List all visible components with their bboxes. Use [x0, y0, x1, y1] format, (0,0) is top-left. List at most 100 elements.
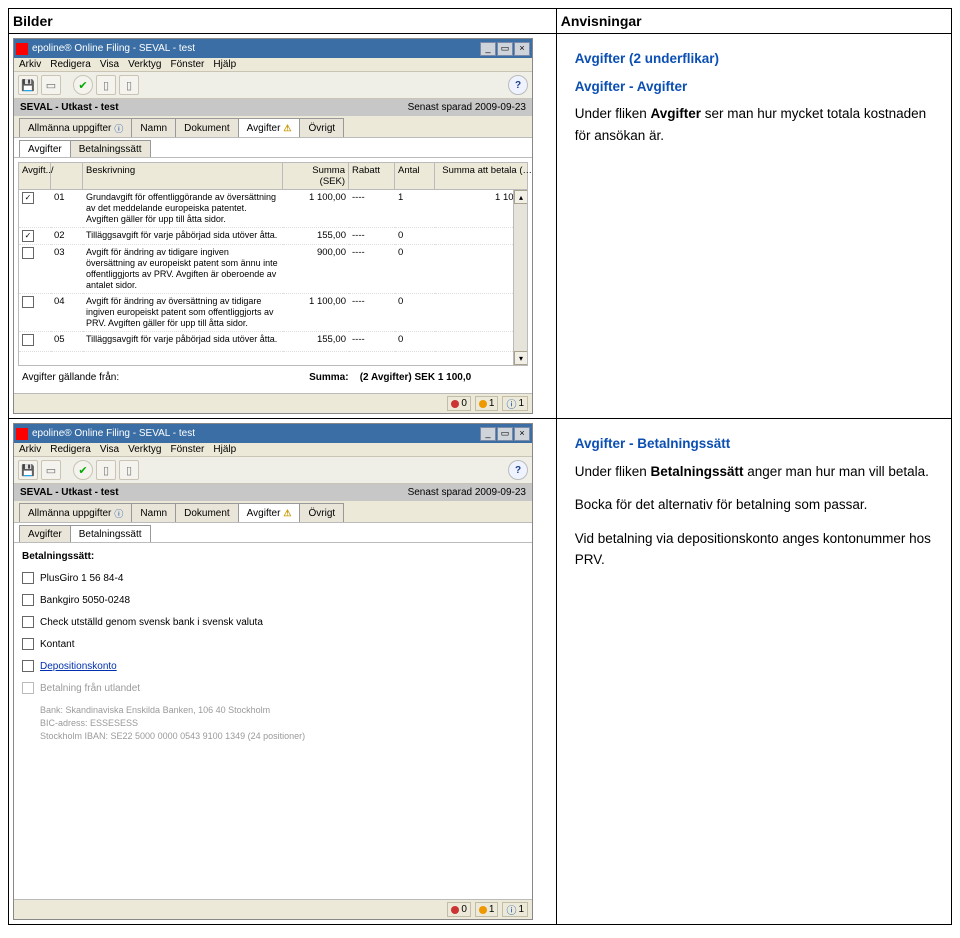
payment-form: Betalningssätt: PlusGiro 1 56 84-4 Bankg…: [14, 542, 532, 899]
table-row[interactable]: 01Grundavgift för offentliggörande av öv…: [19, 190, 527, 228]
opt-depositionskonto[interactable]: Depositionskonto: [22, 660, 524, 672]
menu-hjalp[interactable]: Hjälp: [213, 59, 236, 70]
tab-dokument[interactable]: Dokument: [175, 503, 239, 522]
status-warning[interactable]: 1: [475, 396, 499, 411]
scroll-up-icon[interactable]: ▴: [514, 190, 528, 204]
menu-fonster[interactable]: Fönster: [170, 444, 204, 455]
opt-kontant[interactable]: Kontant: [22, 638, 524, 650]
minimize-button[interactable]: _: [480, 42, 496, 56]
table-row[interactable]: 04Avgift för ändring av översättning av …: [19, 294, 527, 332]
toolbar: 💾 ▭ ✔ ▯ ▯ ?: [14, 72, 532, 99]
checkbox-icon[interactable]: [22, 572, 34, 584]
save-icon[interactable]: 💾: [18, 460, 38, 480]
titlebar[interactable]: epoline® Online Filing - SEVAL - test _ …: [14, 424, 532, 443]
subtab-betalningssatt[interactable]: Betalningssätt: [70, 525, 151, 542]
help-icon[interactable]: ?: [508, 460, 528, 480]
menu-verktyg[interactable]: Verktyg: [128, 444, 161, 455]
cell-description: Tilläggsavgift för varje påbörjad sida u…: [83, 228, 283, 245]
info-badge-icon: ⓘ: [114, 507, 123, 520]
warning-badge-icon: ⚠: [283, 123, 291, 134]
checkbox-icon[interactable]: [22, 594, 34, 606]
opt-bankgiro[interactable]: Bankgiro 5050-0248: [22, 594, 524, 606]
export-icon[interactable]: ▯: [119, 75, 139, 95]
row-checkbox[interactable]: [22, 247, 34, 259]
document-icon[interactable]: ▯: [96, 460, 116, 480]
save-icon[interactable]: 💾: [18, 75, 38, 95]
summary-row: Avgifter gällande från: Summa: (2 Avgift…: [18, 366, 528, 389]
scroll-down-icon[interactable]: ▾: [514, 351, 528, 365]
instr-p3: Vid betalning via depositionskonto anges…: [575, 528, 933, 571]
menu-visa[interactable]: Visa: [100, 59, 119, 70]
menu-redigera[interactable]: Redigera: [50, 444, 91, 455]
tab-ovrigt[interactable]: Övrigt: [299, 118, 344, 137]
row-checkbox[interactable]: [22, 296, 34, 308]
checkbox-icon[interactable]: [22, 638, 34, 650]
tab-avgifter[interactable]: Avgifter ⚠: [238, 118, 301, 137]
tab-allmanna[interactable]: Allmänna uppgifter ⓘ: [19, 118, 132, 137]
cell-rabatt: ----: [349, 245, 395, 294]
cell-description: Avgift för ändring av översättning av ti…: [83, 294, 283, 332]
menu-redigera[interactable]: Redigera: [50, 59, 91, 70]
tab-namn[interactable]: Namn: [131, 118, 176, 137]
status-error[interactable]: 0: [447, 396, 471, 411]
menu-verktyg[interactable]: Verktyg: [128, 59, 161, 70]
status-info[interactable]: ⓘ1: [502, 902, 528, 917]
tab-allmanna[interactable]: Allmänna uppgifter ⓘ: [19, 503, 132, 522]
status-bar: 0 1 ⓘ1: [14, 899, 532, 919]
opt-plusgiro[interactable]: PlusGiro 1 56 84-4: [22, 572, 524, 584]
tab-ovrigt[interactable]: Övrigt: [299, 503, 344, 522]
close-button[interactable]: ×: [514, 427, 530, 441]
error-dot-icon: [451, 400, 459, 408]
table-row[interactable]: 05Tilläggsavgift för varje påbörjad sida…: [19, 332, 527, 352]
cell-code: 05: [51, 332, 83, 352]
table-row[interactable]: 03Avgift för ändring av tidigare ingiven…: [19, 245, 527, 294]
opt-utlandet: Betalning från utlandet: [22, 682, 524, 694]
help-icon[interactable]: ?: [508, 75, 528, 95]
checkbox-icon[interactable]: [22, 616, 34, 628]
print-icon[interactable]: ▭: [41, 460, 61, 480]
cell-description: Grundavgift för offentliggörande av över…: [83, 190, 283, 228]
scrollbar[interactable]: ▴ ▾: [513, 190, 528, 365]
status-error[interactable]: 0: [447, 902, 471, 917]
tab-namn[interactable]: Namn: [131, 503, 176, 522]
validate-icon[interactable]: ✔: [73, 75, 93, 95]
status-info[interactable]: ⓘ1: [502, 396, 528, 411]
checkbox-icon[interactable]: [22, 660, 34, 672]
subtab-avgifter[interactable]: Avgifter: [19, 140, 71, 157]
subtab-betalningssatt[interactable]: Betalningssätt: [70, 140, 151, 157]
restore-button[interactable]: ▭: [497, 42, 513, 56]
sub-tabs: Avgifter Betalningssätt: [14, 522, 532, 542]
row-checkbox[interactable]: [22, 230, 34, 242]
validate-icon[interactable]: ✔: [73, 460, 93, 480]
tab-avgifter[interactable]: Avgifter ⚠: [238, 503, 301, 522]
document-icon[interactable]: ▯: [96, 75, 116, 95]
table-row[interactable]: 02Tilläggsavgift för varje påbörjad sida…: [19, 228, 527, 245]
fees-table-body: 0 1 Grundavgift för offentliggörande av öv…: [18, 190, 528, 366]
menu-fonster[interactable]: Fönster: [170, 59, 204, 70]
opt-check[interactable]: Check utställd genom svensk bank i svens…: [22, 616, 524, 628]
export-icon[interactable]: ▯: [119, 460, 139, 480]
document-header: SEVAL - Utkast - test Senast sparad 2009…: [14, 99, 532, 116]
tab-dokument[interactable]: Dokument: [175, 118, 239, 137]
restore-button[interactable]: ▭: [497, 427, 513, 441]
subtab-avgifter[interactable]: Avgifter: [19, 525, 71, 542]
menu-visa[interactable]: Visa: [100, 444, 119, 455]
close-button[interactable]: ×: [514, 42, 530, 56]
cell-antal: 0: [395, 245, 435, 294]
menu-hjalp[interactable]: Hjälp: [213, 444, 236, 455]
row-checkbox[interactable]: [22, 192, 34, 204]
minimize-button[interactable]: _: [480, 427, 496, 441]
column-header-bilder: Bilder: [9, 9, 557, 34]
cell-code: 02: [51, 228, 83, 245]
warning-dot-icon: [479, 400, 487, 408]
menubar: Arkiv Redigera Visa Verktyg Fönster Hjäl…: [14, 58, 532, 72]
error-dot-icon: [451, 906, 459, 914]
menubar: Arkiv Redigera Visa Verktyg Fönster Hjäl…: [14, 443, 532, 457]
titlebar[interactable]: epoline® Online Filing - SEVAL - test _ …: [14, 39, 532, 58]
menu-arkiv[interactable]: Arkiv: [19, 444, 41, 455]
status-warning[interactable]: 1: [475, 902, 499, 917]
row-checkbox[interactable]: [22, 334, 34, 346]
menu-arkiv[interactable]: Arkiv: [19, 59, 41, 70]
cell-antal: 1: [395, 190, 435, 228]
print-icon[interactable]: ▭: [41, 75, 61, 95]
